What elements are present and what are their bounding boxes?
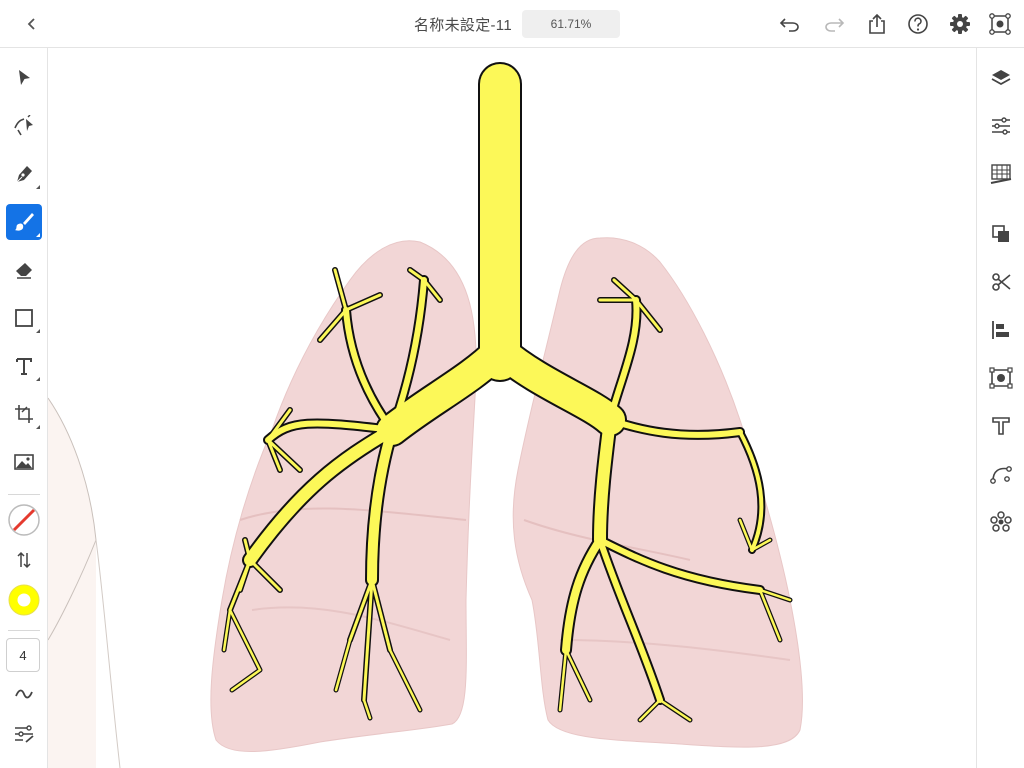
eraser-tool-icon — [16, 263, 32, 279]
undo-icon — [779, 18, 799, 32]
type-tool-icon — [16, 358, 32, 375]
right-toolbar — [976, 48, 1024, 768]
redo-icon — [825, 18, 845, 32]
selection-tool[interactable] — [6, 60, 42, 96]
path-edit-button[interactable] — [987, 460, 1015, 488]
stroke-size-field[interactable]: 4 — [6, 638, 40, 672]
tool-submenu-indicator — [36, 233, 40, 237]
shape-tool[interactable] — [6, 300, 42, 336]
tilde-icon — [15, 689, 33, 699]
share-button[interactable] — [865, 12, 889, 36]
type-settings-button[interactable] — [987, 412, 1015, 440]
grid-button[interactable] — [987, 160, 1015, 188]
image-place-icon — [14, 454, 34, 470]
tool-submenu-indicator — [36, 377, 40, 381]
touch-shortcut-button[interactable] — [988, 12, 1012, 36]
lung-artwork[interactable] — [48, 48, 976, 768]
image-trace-button[interactable] — [987, 364, 1015, 392]
pathfinder-button[interactable] — [987, 268, 1015, 296]
brush-tool[interactable] — [6, 204, 42, 240]
align-icon — [992, 321, 1009, 339]
layers-button[interactable] — [987, 64, 1015, 92]
redo-button[interactable] — [822, 12, 846, 36]
type-settings-icon — [992, 417, 1010, 435]
path-edit-icon — [990, 466, 1012, 484]
document-title[interactable]: 名称未設定-11 — [414, 14, 512, 35]
settings-icon — [950, 14, 970, 34]
chevron-left-icon — [27, 18, 35, 30]
undo-button[interactable] — [778, 12, 802, 36]
brush-tool-icon — [15, 213, 34, 231]
grid-icon — [990, 164, 1012, 184]
tool-submenu-indicator — [36, 425, 40, 429]
left-toolbar: 4 — [0, 48, 48, 768]
align-button[interactable] — [987, 316, 1015, 344]
help-button[interactable] — [906, 12, 930, 36]
brush-settings-button[interactable] — [6, 716, 42, 752]
smoothing-button[interactable] — [6, 676, 42, 712]
repeat-icon — [990, 511, 1012, 532]
fill-color-swatch[interactable] — [6, 582, 42, 618]
transform-tool[interactable] — [6, 396, 42, 432]
pen-tool-icon — [16, 166, 32, 183]
transform-tool-icon — [15, 405, 33, 423]
settings-button[interactable] — [948, 12, 972, 36]
touch-shortcut-icon — [989, 13, 1011, 35]
tool-submenu-indicator — [36, 185, 40, 189]
pathfinder-icon — [992, 273, 1011, 291]
offscreen-body-outline — [48, 397, 121, 768]
fill-color-swatch-icon — [8, 584, 40, 616]
pen-tool[interactable] — [6, 156, 42, 192]
help-icon — [908, 14, 928, 34]
shaper-tool[interactable] — [6, 108, 42, 144]
stroke-none-swatch-icon — [8, 504, 40, 536]
toolbar-divider — [8, 494, 40, 495]
brush-settings-icon — [15, 725, 34, 743]
stroke-color-swatch[interactable] — [6, 502, 42, 538]
arrange-button[interactable] — [987, 220, 1015, 248]
eraser-tool[interactable] — [6, 252, 42, 288]
top-bar: 名称未設定-11 61.71% — [0, 0, 1024, 48]
image-trace-icon — [989, 367, 1013, 389]
tool-submenu-indicator — [36, 329, 40, 333]
shape-tool-icon — [15, 309, 33, 327]
arrange-icon — [992, 225, 1009, 242]
properties-icon — [992, 117, 1010, 135]
repeat-button[interactable] — [987, 508, 1015, 536]
swap-arrows-icon — [17, 551, 31, 569]
properties-button[interactable] — [987, 112, 1015, 140]
selection-tool-icon — [19, 70, 30, 85]
layers-icon — [991, 70, 1011, 86]
toolbar-divider — [8, 630, 40, 631]
swap-colors-button[interactable] — [6, 542, 42, 578]
drawing-canvas[interactable] — [48, 48, 976, 768]
shaper-tool-icon — [14, 115, 33, 136]
type-tool[interactable] — [6, 348, 42, 384]
share-icon — [869, 13, 885, 34]
zoom-level[interactable]: 61.71% — [522, 10, 620, 38]
image-place-tool[interactable] — [6, 444, 42, 480]
back-button[interactable] — [18, 12, 46, 36]
